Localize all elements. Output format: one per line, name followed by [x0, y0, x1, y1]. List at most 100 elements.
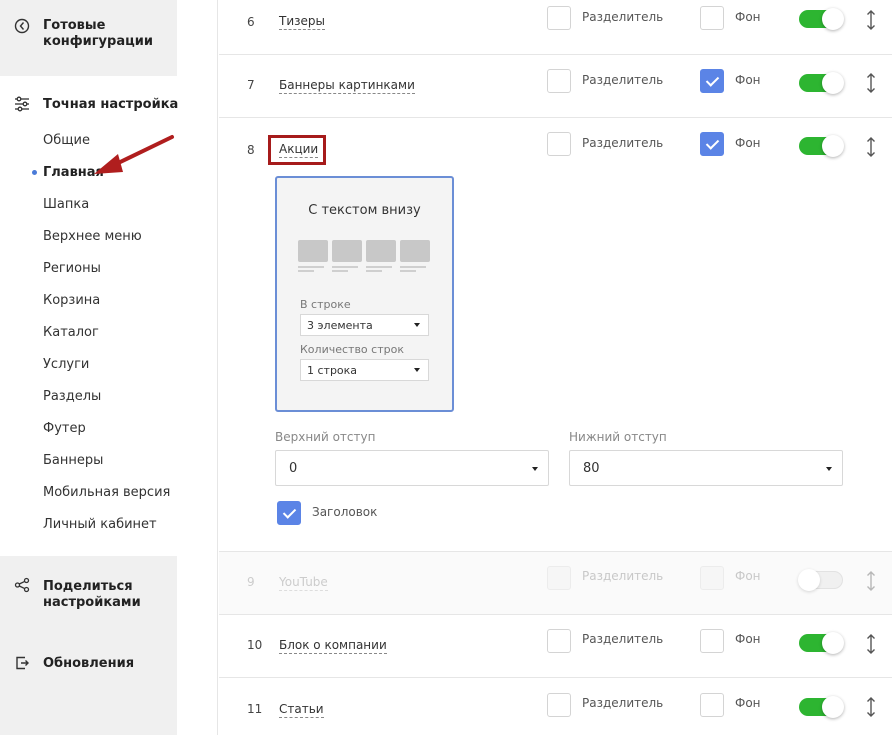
sidebar-item-general[interactable]: Общие	[43, 133, 90, 149]
highlight-box	[268, 135, 326, 165]
top-padding-label: Верхний отступ	[275, 430, 376, 444]
block-row-teasers: 6 Тизеры Разделитель Фон	[219, 0, 892, 55]
caret-down-icon	[532, 467, 538, 471]
drag-handle-icon[interactable]	[865, 571, 877, 591]
row-name-link[interactable]: Статьи	[279, 702, 324, 718]
thumb-line	[400, 266, 426, 268]
background-checkbox[interactable]	[700, 69, 724, 93]
separator-label: Разделитель	[582, 10, 664, 24]
block-row-promotions: 8 Акции Разделитель Фон С текстом внизу …	[219, 118, 892, 552]
layout-thumbnail	[400, 240, 430, 262]
enable-toggle[interactable]	[799, 8, 844, 30]
block-row-about-company: 10 Блок о компании Разделитель Фон	[219, 615, 892, 678]
rows-count-select[interactable]: 1 строка	[300, 359, 429, 381]
thumb-line	[298, 266, 324, 268]
thumb-line	[298, 270, 314, 272]
thumb-line	[332, 266, 358, 268]
row-name-link[interactable]: Баннеры картинками	[279, 78, 415, 94]
separator-label: Разделитель	[582, 73, 664, 87]
thumb-line	[366, 266, 392, 268]
per-row-label: В строке	[300, 298, 351, 311]
per-row-value: 3 элемента	[307, 319, 373, 332]
sidebar-item-sections[interactable]: Разделы	[43, 389, 101, 405]
top-padding-select[interactable]: 0	[275, 450, 549, 486]
background-checkbox[interactable]	[700, 629, 724, 653]
caret-down-icon	[826, 467, 832, 471]
separator-checkbox[interactable]	[547, 132, 571, 156]
background-checkbox[interactable]	[700, 132, 724, 156]
separator-label: Разделитель	[582, 632, 664, 646]
background-checkbox[interactable]	[700, 693, 724, 717]
background-label: Фон	[735, 136, 761, 150]
section-share-settings[interactable]: Поделиться настройками	[43, 579, 153, 611]
separator-label: Разделитель	[582, 696, 664, 710]
background-checkbox[interactable]	[700, 566, 724, 590]
bottom-padding-value: 80	[583, 461, 600, 476]
sidebar-item-catalog[interactable]: Каталог	[43, 325, 99, 341]
drag-handle-icon[interactable]	[865, 634, 877, 654]
separator-checkbox[interactable]	[547, 69, 571, 93]
row-number: 8	[247, 143, 255, 157]
row-number: 11	[247, 702, 263, 716]
separator-label: Разделитель	[582, 136, 664, 150]
row-name-link[interactable]: YouTube	[279, 575, 328, 591]
rows-count-label: Количество строк	[300, 343, 404, 356]
sidebar-item-account[interactable]: Личный кабинет	[43, 517, 157, 533]
sidebar-item-banners[interactable]: Баннеры	[43, 453, 103, 469]
section-ready-configs: Готовые конфигурации	[43, 18, 153, 49]
enable-toggle[interactable]	[798, 569, 843, 591]
block-row-articles: 11 Статьи Разделитель Фон	[219, 678, 892, 735]
sidebar-item-services[interactable]: Услуги	[43, 357, 89, 373]
sidebar-item-footer[interactable]: Футер	[43, 421, 86, 437]
section-updates[interactable]: Обновления	[43, 656, 134, 672]
main-content: 6 Тизеры Разделитель Фон 7 Баннеры карти…	[219, 0, 892, 735]
background-checkbox[interactable]	[700, 6, 724, 30]
layout-variant-title: С текстом внизу	[308, 203, 421, 218]
sidebar-item-header[interactable]: Шапка	[43, 197, 89, 213]
enable-toggle[interactable]	[799, 135, 844, 157]
background-label: Фон	[735, 73, 761, 87]
sidebar: Готовые конфигурации Точная настройка Об…	[0, 0, 218, 735]
enable-toggle[interactable]	[799, 696, 844, 718]
background-label: Фон	[735, 10, 761, 24]
layout-thumbnail	[366, 240, 396, 262]
enable-toggle[interactable]	[799, 632, 844, 654]
separator-checkbox[interactable]	[547, 566, 571, 590]
heading-label: Заголовок	[312, 505, 378, 519]
sidebar-item-regions[interactable]: Регионы	[43, 261, 101, 277]
block-row-image-banners: 7 Баннеры картинками Разделитель Фон	[219, 55, 892, 118]
sidebar-item-top-menu[interactable]: Верхнее меню	[43, 229, 142, 245]
thumb-line	[366, 270, 382, 272]
separator-checkbox[interactable]	[547, 629, 571, 653]
drag-handle-icon[interactable]	[865, 10, 877, 30]
sidebar-item-mobile[interactable]: Мобильная версия	[43, 485, 170, 501]
caret-down-icon	[414, 368, 420, 372]
bottom-block: Поделиться настройками Обновления	[0, 556, 177, 735]
drag-handle-icon[interactable]	[865, 73, 877, 93]
row-number: 9	[247, 575, 255, 589]
drag-handle-icon[interactable]	[865, 697, 877, 717]
section-fine-tuning[interactable]: Точная настройка	[43, 97, 178, 113]
per-row-select[interactable]: 3 элемента	[300, 314, 429, 336]
separator-checkbox[interactable]	[547, 6, 571, 30]
sliders-icon	[15, 96, 29, 112]
row-number: 10	[247, 638, 263, 652]
block-row-youtube: 9 YouTube Разделитель Фон	[219, 552, 892, 615]
thumb-line	[332, 270, 348, 272]
bottom-padding-label: Нижний отступ	[569, 430, 667, 444]
share-icon	[14, 577, 30, 593]
layout-variant-card[interactable]: С текстом внизу В строке 3 элемента Коли…	[275, 176, 454, 412]
separator-checkbox[interactable]	[547, 693, 571, 717]
bottom-padding-select[interactable]: 80	[569, 450, 843, 486]
active-dot	[32, 170, 37, 175]
sidebar-item-cart[interactable]: Корзина	[43, 293, 100, 309]
heading-checkbox[interactable]	[277, 501, 301, 525]
row-name-link[interactable]: Тизеры	[279, 14, 325, 30]
enable-toggle[interactable]	[799, 72, 844, 94]
row-name-link[interactable]: Блок о компании	[279, 638, 387, 654]
caret-down-icon	[414, 323, 420, 327]
layout-thumbnail	[298, 240, 328, 262]
drag-handle-icon[interactable]	[865, 137, 877, 157]
ready-configs-block[interactable]: Готовые конфигурации	[0, 0, 177, 76]
separator-label: Разделитель	[582, 569, 664, 583]
